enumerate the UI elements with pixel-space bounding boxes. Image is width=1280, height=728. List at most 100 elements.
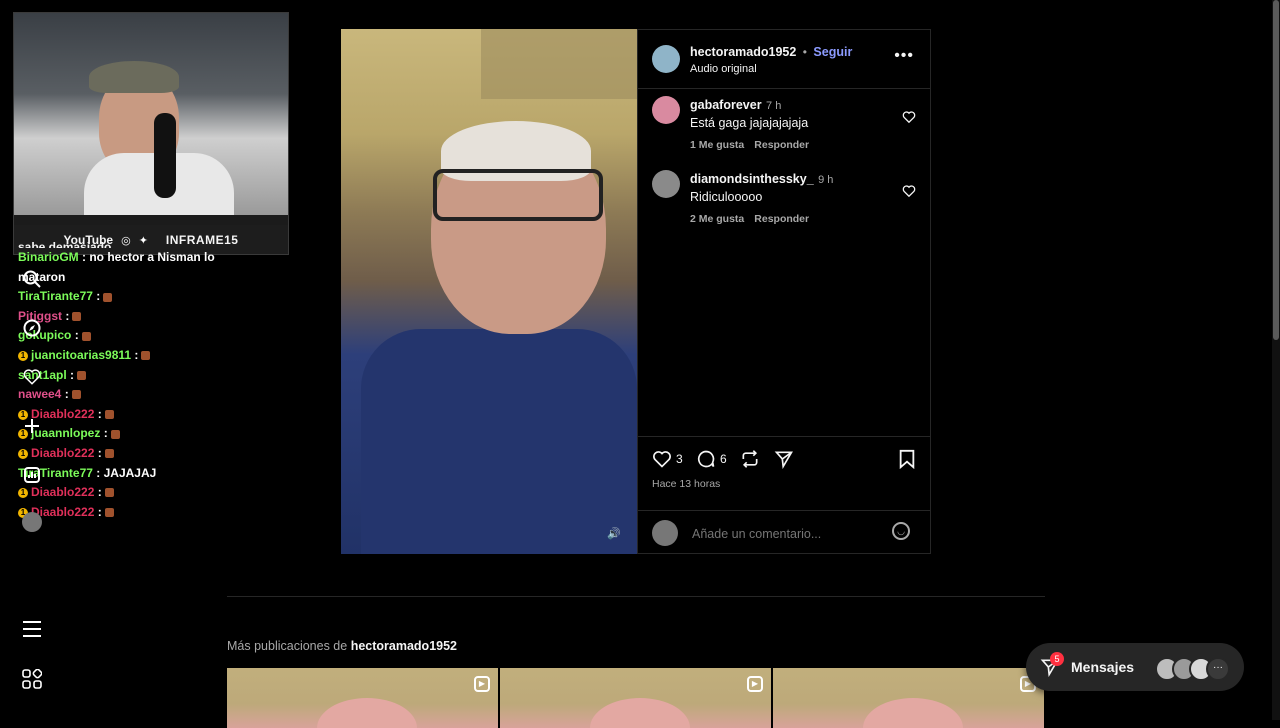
chat-username[interactable]: BinarioGM [18,250,79,264]
add-comment-bar: ◡ [638,510,930,557]
messages-badge: 5 [1050,652,1064,666]
comment-time: 9 h [818,174,834,186]
comment-text: Está gaga jajajajajaja [690,116,809,130]
share-button[interactable] [774,449,794,469]
chat-username[interactable]: Diaablo222 [31,446,94,460]
post-thumbnail[interactable]: ▶ [500,668,771,728]
chat-emote-icon [77,370,87,380]
commenter-avatar[interactable] [652,96,680,124]
comment-button[interactable]: 6 [696,449,727,469]
audio-label[interactable]: Audio original [690,63,852,75]
webcam-video [14,13,288,215]
comment-like-heart-icon[interactable] [902,184,916,201]
comment-username[interactable]: gabaforever [690,98,762,112]
comment-likes[interactable]: 1 Me gusta [690,139,744,151]
chat-emote-icon [104,410,114,420]
author-avatar[interactable] [652,45,680,73]
repost-button[interactable] [740,449,760,469]
section-divider [227,596,1045,597]
reply-button[interactable]: Responder [754,139,809,151]
chat-text: : [96,289,101,304]
follow-button[interactable]: Seguir [813,45,852,59]
post-side-panel: hectoramado1952 • Seguir Audio original … [637,29,931,554]
chat-message: 1 Diaablo222 : [18,405,228,425]
chat-emote-icon [141,351,151,361]
like-button[interactable]: 3 [652,449,683,469]
reel-video[interactable]: 🔊 [341,29,637,554]
create-plus-icon[interactable] [20,414,44,438]
chat-message: sant1apl : [18,366,228,386]
comment-like-heart-icon[interactable] [902,110,916,127]
chat-message: TiraTirante77 : JAJAJAJ [18,464,228,484]
emoji-icon[interactable]: ◡ [892,522,910,540]
chat-message: 1 Diaablo222 : [18,483,228,503]
chat-username[interactable]: nawee4 [18,387,61,401]
like-count: 3 [676,452,683,466]
reply-button[interactable]: Responder [754,213,809,225]
chat-text: : [64,387,69,402]
subscriber-badge-icon: 1 [18,448,28,459]
save-button[interactable] [898,449,916,469]
chat-username[interactable]: TiraTirante77 [18,289,93,303]
chat-text: : [74,328,79,343]
menu-icon[interactable] [20,617,44,641]
explore-icon[interactable] [20,316,44,340]
messages-bar[interactable]: 5 Mensajes ··· [1026,643,1244,691]
post-thumbnail[interactable]: ▶ [227,668,498,728]
more-contacts-icon: ··· [1206,657,1230,681]
comment-icon [697,450,715,468]
more-apps-icon[interactable] [20,667,44,691]
more-posts-author[interactable]: hectoramado1952 [351,639,457,653]
subscriber-badge-icon: 1 [18,487,28,498]
messages-label: Mensajes [1071,659,1135,675]
chat-message: BinarioGM : no hector a Nisman lo mataro… [18,248,228,287]
chat-text: : [97,485,102,500]
chat-username[interactable]: Diaablo222 [31,485,94,499]
chat-text: : [134,347,139,362]
chat-text: : [97,445,102,460]
posted-time[interactable]: Hace 13 horas [652,478,720,490]
separator-dot: • [802,45,807,59]
profile-avatar-icon[interactable] [20,510,44,534]
chat-message: nawee4 : [18,385,228,405]
author-username[interactable]: hectoramado1952 [690,45,796,59]
commenter-avatar[interactable] [652,170,680,198]
chat-emote-icon [72,312,82,322]
subscriber-badge-icon: 1 [18,350,28,361]
add-comment-input[interactable] [690,523,874,545]
chat-emote-icon [110,429,120,439]
scrollbar-thumb[interactable] [1273,0,1279,340]
chat-username[interactable]: juancitoarias9811 [31,348,131,362]
more-posts-title: Más publicaciones de hectoramado1952 [227,639,457,653]
heart-icon [653,451,671,468]
post-actions: 3 6 Hace 13 horas ◡ [638,436,930,556]
chat-text: : [103,426,108,441]
chat-message: 1 juancitoarias9811 : [18,346,228,366]
comment-count: 6 [720,452,727,466]
post-thumbnail[interactable]: ▶ [773,668,1044,728]
chat-message: TiraTirante77 : [18,287,228,307]
search-icon[interactable] [20,267,44,291]
volume-icon[interactable]: 🔊 [607,527,621,540]
chat-partial-line: sabe demasiado [18,240,112,248]
chat-text: : [97,406,102,421]
comment-item: diamondsinthessky_ 9 h Ridiculooooo 2 Me g… [638,168,930,232]
comment-likes[interactable]: 2 Me gusta [690,213,744,225]
more-horizontal-icon[interactable]: ••• [894,47,914,65]
chat-text: : JAJAJAJ [96,465,157,480]
chat-message: Pitiggst : [18,307,228,327]
notifications-heart-icon[interactable] [20,365,44,389]
page-scrollbar[interactable] [1272,0,1280,720]
current-user-avatar [652,520,678,546]
chat-message: 1 juaannlopez : [18,424,228,444]
chat-emote-icon [104,488,114,498]
bookmark-icon [899,449,915,469]
stream-chat: sabe demasiado BinarioGM : no hector a N… [18,240,228,523]
comment-item: gabaforever 7 h Está gaga jajajajajaja 1 M… [638,94,930,158]
repost-icon [742,450,758,468]
chat-emote-icon [103,292,113,302]
comment-username[interactable]: diamondsinthessky_ [690,172,814,186]
chat-message: 1 Diaablo222 : [18,503,228,523]
dashboard-icon[interactable] [20,463,44,487]
comment-time: 7 h [766,100,782,112]
